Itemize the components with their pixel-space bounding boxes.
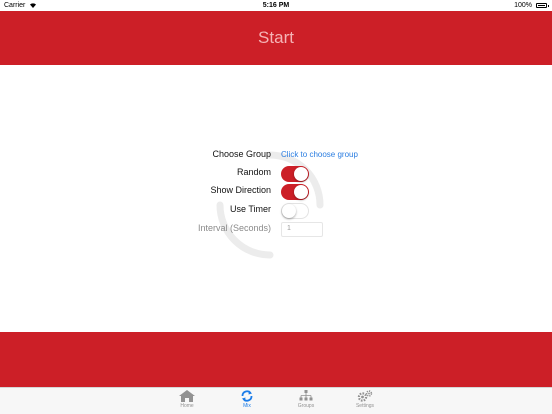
shuffle-icon: [241, 390, 253, 402]
clock: 5:16 PM: [262, 2, 290, 9]
choose-group-row: Choose Group Click to choose group: [0, 147, 552, 165]
tab-label: Home: [180, 403, 194, 409]
status-bar: Carrier 5:16 PM 100%: [0, 0, 552, 11]
show-direction-row: Show Direction: [0, 183, 552, 201]
random-toggle[interactable]: [281, 166, 309, 182]
gears-icon: [357, 390, 373, 402]
interval-row: Interval (Seconds) 1: [0, 221, 552, 239]
tab-home[interactable]: Home: [167, 389, 207, 414]
tab-label: Mix: [243, 403, 251, 409]
toggle-knob: [294, 185, 308, 199]
tab-label: Settings: [355, 403, 375, 409]
tab-settings[interactable]: Settings: [345, 389, 385, 414]
random-label: Random: [236, 167, 271, 177]
tab-bar: Home Mix Groups Settings: [0, 387, 552, 414]
use-timer-label: Use Timer: [229, 204, 271, 214]
nav-header: Start: [0, 11, 552, 65]
choose-group-label: Choose Group: [212, 149, 271, 159]
tab-label: Groups: [297, 403, 315, 409]
use-timer-row: Use Timer: [0, 202, 552, 220]
tab-groups[interactable]: Groups: [286, 389, 326, 414]
show-direction-toggle[interactable]: [281, 184, 309, 200]
page-title: Start: [258, 28, 294, 47]
tab-mix[interactable]: Mix: [227, 389, 267, 414]
show-direction-label: Show Direction: [210, 185, 271, 195]
toggle-knob: [282, 204, 296, 218]
battery-icon: [536, 3, 549, 8]
toggle-knob: [294, 167, 308, 181]
use-timer-toggle[interactable]: [281, 203, 309, 219]
choose-group-link[interactable]: Click to choose group: [281, 150, 358, 159]
footer-banner: [0, 332, 552, 387]
home-icon: [179, 390, 195, 402]
groups-icon: [299, 390, 313, 401]
interval-input[interactable]: 1: [281, 222, 323, 237]
battery-percent: 100%: [514, 2, 532, 9]
interval-label: Interval (Seconds): [197, 223, 271, 233]
random-row: Random: [0, 165, 552, 183]
